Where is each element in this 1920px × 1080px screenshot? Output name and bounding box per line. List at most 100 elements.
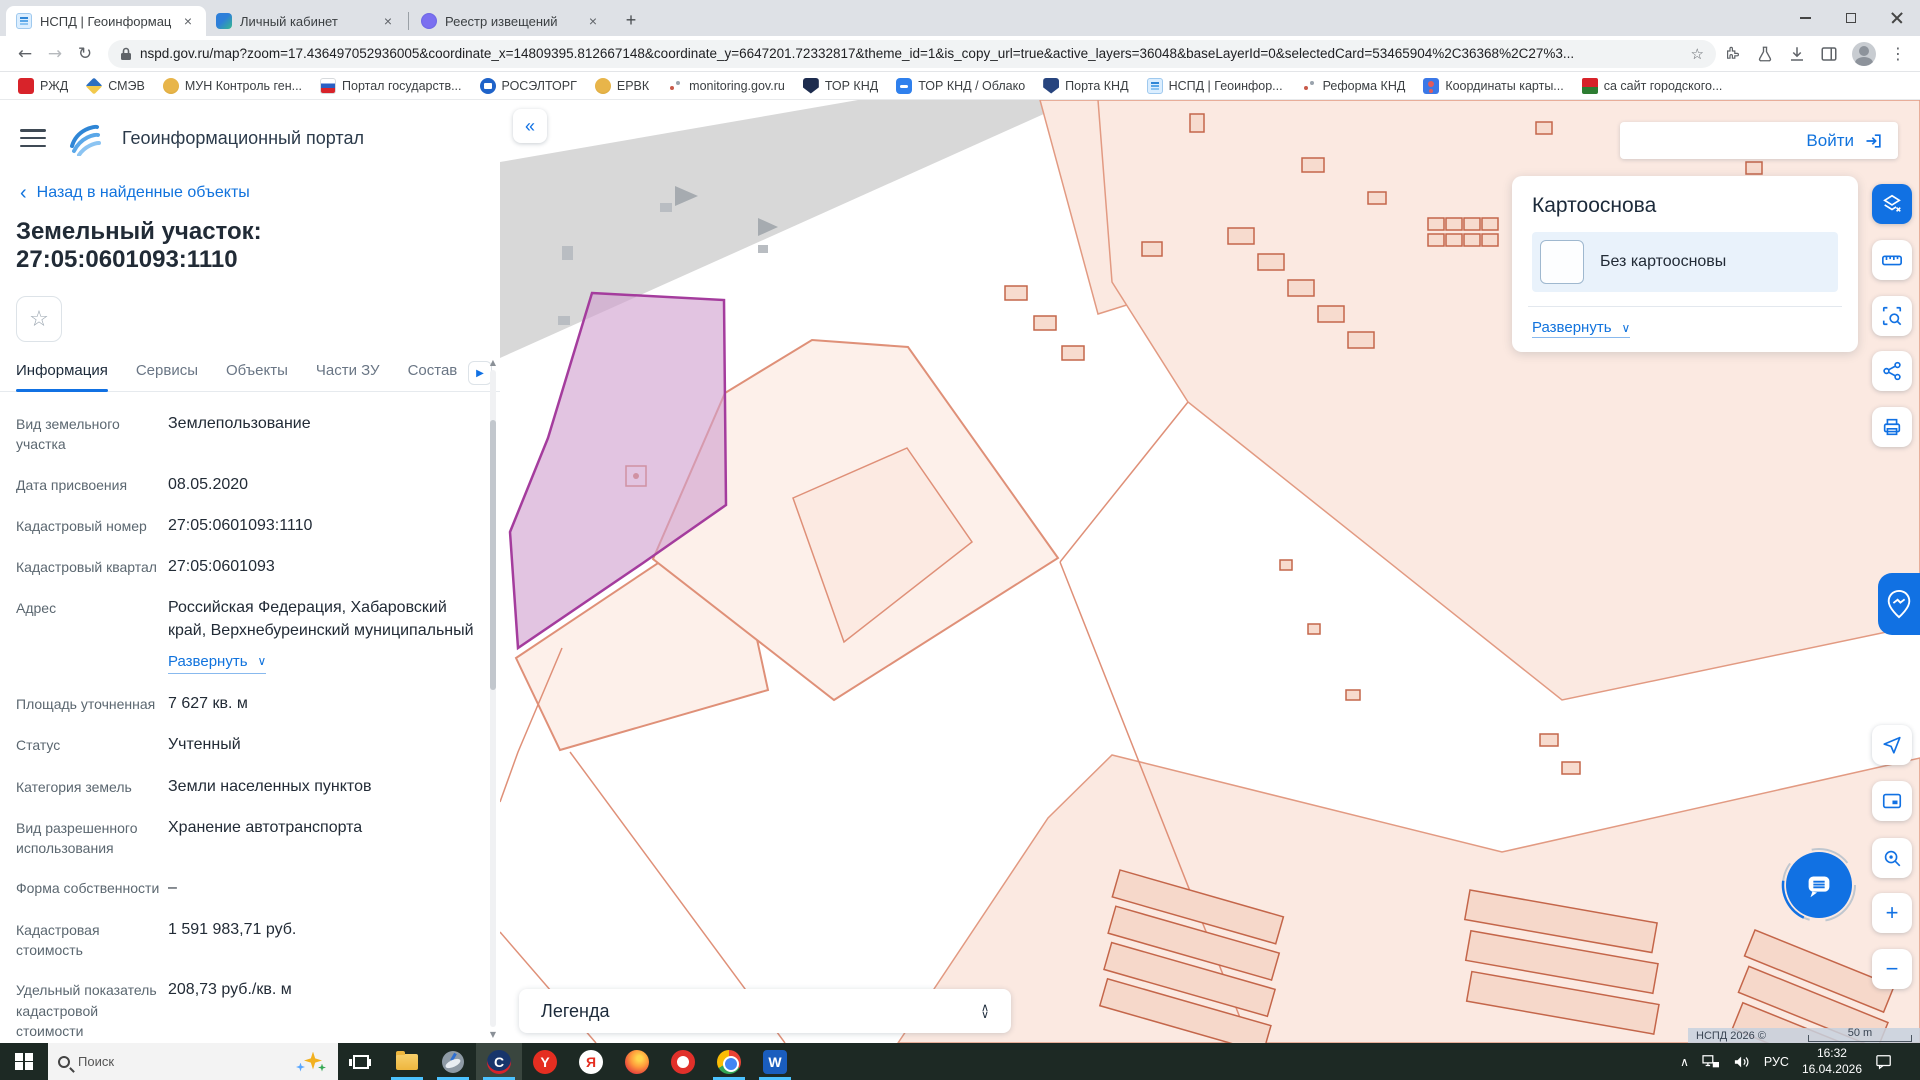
back-button[interactable]: ←: [10, 44, 40, 64]
scroll-down-icon[interactable]: ▼: [488, 1030, 498, 1039]
login-bar[interactable]: Войти: [1620, 122, 1898, 159]
minimize-button[interactable]: [1782, 0, 1828, 36]
tab-sostav[interactable]: Состав: [408, 362, 458, 391]
panel-tabs: Информация Сервисы Объекты Части ЗУ Сост…: [0, 342, 500, 392]
notifications-icon[interactable]: [1875, 1054, 1893, 1070]
map-attribution: НСПД 2026 © 50 m: [1688, 1028, 1920, 1043]
login-label[interactable]: Войти: [1806, 131, 1854, 151]
tab-close-icon[interactable]: ×: [180, 13, 196, 29]
tab-title: НСПД | Геоинформационный п: [40, 14, 172, 29]
tab-lichny-kabinet[interactable]: Личный кабинет ×: [206, 6, 406, 36]
bookmark-star-icon[interactable]: ☆: [1691, 45, 1704, 63]
lk-favicon: [216, 13, 232, 29]
scrollbar-thumb[interactable]: [490, 420, 496, 690]
assistant-tab[interactable]: [1878, 573, 1920, 635]
bookmark-gosuslugi[interactable]: Портал государств...: [312, 75, 469, 97]
overview-map-button[interactable]: [1872, 781, 1912, 821]
panel-header: Геоинформационный портал: [0, 100, 500, 162]
firefox-button[interactable]: [614, 1043, 660, 1080]
tray-clock[interactable]: 16:32 16.04.2026: [1802, 1046, 1862, 1077]
maximize-button[interactable]: [1828, 0, 1874, 36]
chrome-button[interactable]: [706, 1043, 752, 1080]
window-controls: [1782, 0, 1920, 36]
bookmark-tor-knd[interactable]: ТОР КНД: [795, 75, 886, 97]
bookmark-roseltorg[interactable]: РОСЭЛТОРГ: [472, 75, 585, 97]
close-icon: [1891, 12, 1903, 24]
tab-servisy[interactable]: Сервисы: [136, 362, 198, 391]
field-row: Статус Учтенный: [16, 733, 474, 756]
firefox-icon: [625, 1050, 649, 1074]
profile-avatar[interactable]: [1852, 42, 1876, 66]
legend-collapse-icon[interactable]: ∧∨: [981, 1004, 989, 1018]
dots-favicon: [1301, 78, 1317, 94]
basemap-expand-link[interactable]: Развернуть ∨: [1532, 319, 1630, 338]
word-button[interactable]: W: [752, 1043, 798, 1080]
copilot-sparkles-icon[interactable]: [294, 1050, 328, 1074]
tab-close-icon[interactable]: ×: [585, 13, 601, 29]
yandex-button[interactable]: Я: [568, 1043, 614, 1080]
tab-informaciya[interactable]: Информация: [16, 362, 108, 391]
collapse-panel-button[interactable]: «: [513, 109, 547, 143]
close-button[interactable]: [1874, 0, 1920, 36]
forward-button[interactable]: →: [40, 44, 70, 64]
expand-address-link[interactable]: Развернуть ∨: [168, 651, 266, 675]
new-tab-button[interactable]: +: [617, 6, 645, 34]
bookmark-tor-knd-oblako[interactable]: ТОР КНД / Облако: [888, 75, 1033, 97]
field-row: Удельный показатель кадастровой стоимост…: [16, 978, 474, 1041]
panel-scrollbar[interactable]: ▲ ▼: [488, 358, 498, 1039]
legend-bar[interactable]: Легенда ∧∨: [519, 989, 1011, 1033]
task-view-icon: [353, 1055, 369, 1069]
measure-button[interactable]: [1872, 240, 1912, 280]
select-area-button[interactable]: [1872, 296, 1912, 336]
basemap-option-none[interactable]: Без картоосновы: [1532, 232, 1838, 292]
side-panel-icon[interactable]: [1820, 45, 1838, 63]
basemap-card: Картооснова Без картоосновы Развернуть ∨: [1512, 176, 1858, 352]
layers-off-button[interactable]: [1872, 184, 1912, 224]
extensions-icon[interactable]: [1724, 45, 1742, 63]
tab-obekty[interactable]: Объекты: [226, 362, 288, 391]
bookmark-rzd[interactable]: РЖД: [10, 75, 76, 97]
bookmark-mun-kontrol[interactable]: МУН Контроль ген...: [155, 75, 310, 97]
bookmark-smev[interactable]: СМЭВ: [78, 75, 153, 97]
share-button[interactable]: [1872, 351, 1912, 391]
volume-icon[interactable]: [1733, 1054, 1751, 1070]
bookmark-koordinaty[interactable]: Координаты карты...: [1415, 75, 1571, 97]
portal-logo-icon: [66, 120, 102, 156]
language-indicator[interactable]: РУС: [1764, 1055, 1789, 1069]
opera-button[interactable]: [660, 1043, 706, 1080]
address-bar[interactable]: nspd.gov.ru/map?zoom=17.436497052936005&…: [108, 40, 1716, 68]
map-container[interactable]: « Войти Картооснова Без картоосновы Разв…: [500, 100, 1920, 1043]
network-icon[interactable]: [1702, 1054, 1720, 1070]
tray-expand-icon[interactable]: ∧: [1680, 1055, 1689, 1069]
reload-button[interactable]: ↻: [70, 44, 100, 64]
bookmark-ervk[interactable]: ЕРВК: [587, 75, 657, 97]
field-row: Вид земельного участка Землепользование: [16, 412, 474, 455]
bookmark-sayt-gorodskogo[interactable]: са сайт городского...: [1574, 75, 1731, 97]
favorite-button[interactable]: ☆: [16, 296, 62, 342]
yandex-icon: Я: [579, 1050, 603, 1074]
cloud-favicon: [896, 78, 912, 94]
scroll-up-icon[interactable]: ▲: [488, 358, 498, 367]
attribution-text: НСПД 2026 ©: [1696, 1030, 1766, 1042]
geolocation-button[interactable]: [1872, 725, 1912, 765]
back-to-results-link[interactable]: ‹ Назад в найденные объекты: [0, 162, 500, 202]
map-search-button[interactable]: [1872, 838, 1912, 878]
browser-menu-icon[interactable]: ⋮: [1890, 44, 1906, 63]
zoom-out-button[interactable]: −: [1872, 949, 1912, 989]
tab-nspd[interactable]: НСПД | Геоинформационный п ×: [6, 6, 206, 36]
menu-hamburger-icon[interactable]: [20, 129, 46, 147]
beaker-icon[interactable]: [1756, 45, 1774, 63]
zoom-in-button[interactable]: +: [1872, 893, 1912, 933]
download-icon[interactable]: [1788, 45, 1806, 63]
yandex-browser-button[interactable]: Y: [522, 1043, 568, 1080]
bookmark-reforma-knd[interactable]: Реформа КНД: [1293, 75, 1414, 97]
bookmark-nspd[interactable]: НСПД | Геоинфор...: [1139, 75, 1291, 97]
bookmark-porta-knd[interactable]: Порта КНД: [1035, 75, 1136, 97]
smev-favicon: [86, 77, 103, 94]
tab-chasti-zu[interactable]: Части ЗУ: [316, 362, 380, 391]
chat-assistant-button[interactable]: [1786, 852, 1852, 918]
bookmark-monitoring[interactable]: monitoring.gov.ru: [659, 75, 793, 97]
tab-reestr[interactable]: Реестр извещений ×: [411, 6, 611, 36]
tab-close-icon[interactable]: ×: [380, 13, 396, 29]
print-button[interactable]: [1872, 407, 1912, 447]
